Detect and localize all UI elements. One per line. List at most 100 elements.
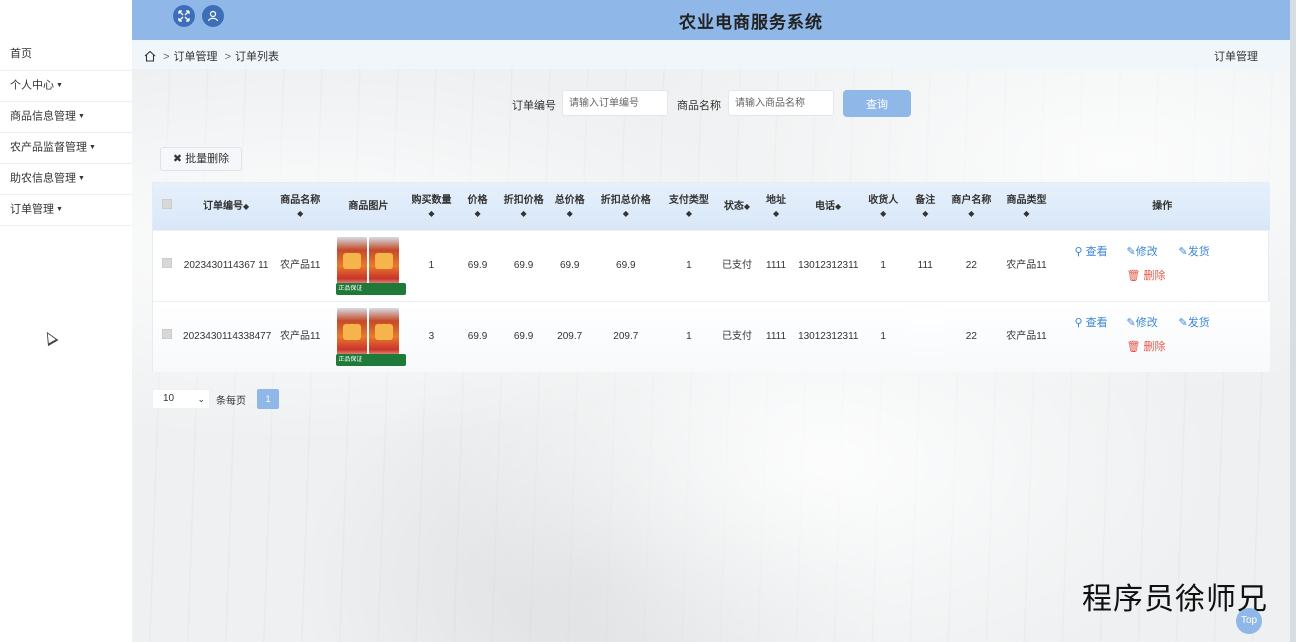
cell-receiver: 1 xyxy=(880,331,886,343)
home-icon[interactable] xyxy=(144,50,156,65)
sort-icon[interactable]: ◆ xyxy=(862,208,904,219)
image-tag: 正品保证 xyxy=(336,353,407,366)
sidebar-item-label: 农产品监督管理 xyxy=(10,141,87,154)
sort-icon[interactable]: ◆ xyxy=(458,208,498,219)
col-remark[interactable]: 备注 ◆ xyxy=(906,183,944,230)
sidebar-item-home[interactable]: 首页 xyxy=(0,40,132,71)
col-price[interactable]: 价格 ◆ xyxy=(456,183,500,230)
sort-icon[interactable]: ◆ xyxy=(758,208,794,219)
page-size-label: 条每页 xyxy=(216,396,246,407)
page-size-value: 10 xyxy=(163,393,175,404)
cell-price: 69.9 xyxy=(467,260,488,271)
order-no-input[interactable] xyxy=(562,90,668,116)
product-image[interactable]: 正品保证 xyxy=(336,307,407,366)
cell-pay-type: 1 xyxy=(686,331,692,343)
delete-button[interactable]: 🗑 删除 xyxy=(1127,339,1166,356)
col-merchant[interactable]: 商户名称 ◆ xyxy=(944,183,998,230)
column-header: 商品名称 xyxy=(280,195,321,207)
cell-pay-type: 1 xyxy=(686,260,692,271)
col-receiver[interactable]: 收货人 ◆ xyxy=(860,183,906,230)
col-discount-total[interactable]: 折扣总价格 ◆ xyxy=(592,183,660,230)
sidebar-item-personal-center[interactable]: 个人中心 ▼ xyxy=(0,71,132,102)
edit-button[interactable]: ✎修改 xyxy=(1127,315,1158,332)
sidebar-item-product-info[interactable]: 商品信息管理 ▼ xyxy=(0,102,132,133)
col-qty[interactable]: 购买数量 ◆ xyxy=(407,183,455,230)
edit-button[interactable]: ✎修改 xyxy=(1127,244,1158,261)
sort-icon[interactable]: ◆ xyxy=(1000,208,1052,219)
column-header: 地址 xyxy=(766,195,787,207)
breadcrumb-item[interactable]: 订单管理 xyxy=(174,51,218,63)
delete-button[interactable]: 🗑 删除 xyxy=(1127,268,1166,285)
edit-icon: ✎ xyxy=(1126,316,1136,329)
breadcrumb: > 订单管理 > 订单列表 xyxy=(144,48,279,65)
row-checkbox[interactable] xyxy=(162,258,173,268)
column-header: 电话 xyxy=(815,200,836,212)
view-button[interactable]: ⚲ 查看 xyxy=(1075,244,1108,261)
ship-button[interactable]: ✎发货 xyxy=(1179,315,1210,332)
page-size-select[interactable]: 10 ⌄ xyxy=(152,389,210,409)
breadcrumb-bar: > 订单管理 > 订单列表 订单管理 xyxy=(132,40,1290,69)
select-all-checkbox-cell[interactable] xyxy=(153,183,181,230)
sort-icon[interactable]: ◆ xyxy=(502,208,546,219)
column-header: 商户名称 xyxy=(951,195,992,207)
page-number-current[interactable]: 1 xyxy=(257,389,279,409)
col-product[interactable]: 商品名称 ◆ xyxy=(271,183,329,230)
view-button[interactable]: ⚲ 查看 xyxy=(1075,315,1108,332)
cell-order-no: 2023430114338477 xyxy=(183,331,272,343)
row-checkbox[interactable] xyxy=(162,329,173,340)
sidebar-item-label: 助农信息管理 xyxy=(10,172,76,185)
product-image[interactable]: 正品保证 xyxy=(336,236,407,295)
row-checkbox-cell[interactable] xyxy=(153,301,181,372)
sort-icon[interactable]: ◆ xyxy=(662,208,716,219)
cell-qty: 3 xyxy=(428,331,435,343)
column-header: 折扣价格 xyxy=(503,195,544,207)
cell-qty: 1 xyxy=(428,260,435,271)
col-total[interactable]: 总价格 ◆ xyxy=(548,183,592,230)
row-checkbox-cell[interactable] xyxy=(153,230,181,301)
row-actions: ⚲ 查看 ✎修改 ✎发货 🗑 删除 xyxy=(1057,240,1269,292)
col-status[interactable]: 状态◆ xyxy=(718,183,756,230)
column-header: 价格 xyxy=(467,195,488,207)
sidebar-item-orders[interactable]: 订单管理 ▼ xyxy=(0,195,132,226)
cell-image: 正品保证 xyxy=(329,301,407,372)
caret-down-icon: ▼ xyxy=(78,113,85,120)
col-address[interactable]: 地址 ◆ xyxy=(756,183,796,230)
search-icon: ⚲ xyxy=(1074,245,1083,258)
sidebar-item-produce-supervision[interactable]: 农产品监督管理 ▼ xyxy=(0,133,132,164)
delete-label: 删除 xyxy=(1143,269,1166,282)
cell-phone: 13012312311 xyxy=(798,331,859,343)
cell-merchant: 22 xyxy=(965,331,977,343)
sidebar-item-farm-aid[interactable]: 助农信息管理 ▼ xyxy=(0,164,132,195)
sort-icon[interactable]: ◆ xyxy=(835,202,841,211)
sort-icon[interactable]: ◆ xyxy=(243,202,249,211)
sort-icon[interactable]: ◆ xyxy=(594,208,658,219)
view-label: 查看 xyxy=(1085,245,1108,258)
search-button[interactable]: 查询 xyxy=(843,90,911,117)
ship-button[interactable]: ✎发货 xyxy=(1179,244,1210,261)
col-discount-price[interactable]: 折扣价格 ◆ xyxy=(500,183,548,230)
col-phone[interactable]: 电话◆ xyxy=(796,183,860,230)
column-header: 状态 xyxy=(723,200,744,212)
mouse-cursor-icon xyxy=(41,328,59,347)
sort-icon[interactable]: ◆ xyxy=(550,208,590,219)
sort-icon[interactable]: ◆ xyxy=(409,208,453,219)
sort-icon[interactable]: ◆ xyxy=(908,208,942,219)
edit-icon: ✎ xyxy=(1178,316,1188,329)
cell-product: 农产品11 xyxy=(280,260,321,271)
select-all-checkbox[interactable] xyxy=(162,198,173,209)
sort-icon[interactable]: ◆ xyxy=(946,208,996,219)
col-category[interactable]: 商品类型 ◆ xyxy=(998,183,1054,230)
table-header-row: 订单编号◆ 商品名称 ◆ 商品图片 购买数量 ◆ 价格 ◆ 折扣价格 ◆ 总价格 ◆ 折扣… xyxy=(153,183,1270,230)
search-icon: ⚲ xyxy=(1074,316,1083,329)
cell-address: 1111 xyxy=(766,260,787,271)
product-name-input[interactable] xyxy=(728,90,834,116)
scrollbar-track[interactable] xyxy=(1290,0,1296,642)
back-to-top-button[interactable]: Top xyxy=(1236,608,1262,634)
caret-down-icon: ▼ xyxy=(56,206,63,213)
col-pay-type[interactable]: 支付类型 ◆ xyxy=(660,183,718,230)
sort-icon[interactable]: ◆ xyxy=(273,208,327,219)
batch-delete-button[interactable]: ✖ 批量删除 xyxy=(160,147,242,171)
sort-icon[interactable]: ◆ xyxy=(744,202,750,211)
col-order-no[interactable]: 订单编号◆ xyxy=(181,183,271,230)
cell-actions: ⚲ 查看 ✎修改 ✎发货 🗑 删除 xyxy=(1055,301,1271,372)
